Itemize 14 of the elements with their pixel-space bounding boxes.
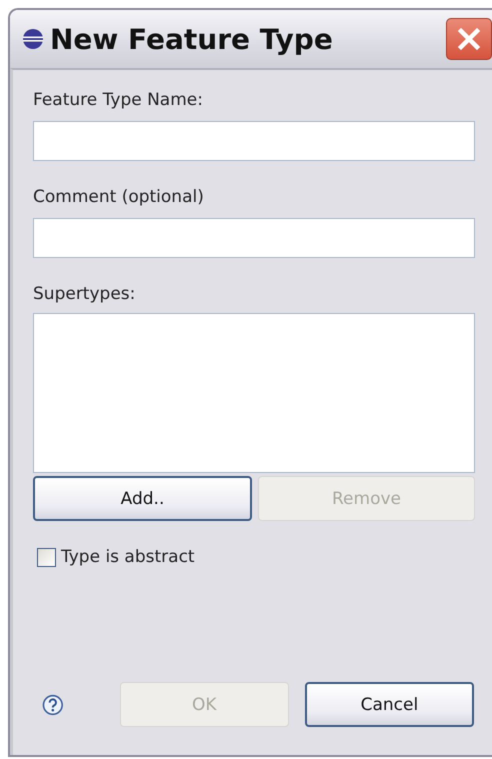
app-icon — [22, 28, 44, 50]
checkbox-label: Type is abstract — [61, 547, 195, 567]
close-button[interactable] — [446, 18, 492, 60]
window-title: New Feature Type — [50, 22, 334, 56]
checkbox[interactable] — [37, 548, 56, 566]
help-icon[interactable] — [42, 694, 64, 716]
dialog-button[interactable]: Add.. — [33, 476, 252, 521]
field-label: Comment (optional) — [33, 187, 205, 209]
list-label: Supertypes: — [33, 284, 136, 306]
close-icon — [456, 26, 482, 52]
dialog-button[interactable]: Cancel — [304, 682, 474, 727]
input-field[interactable] — [33, 121, 475, 161]
field-label: Feature Type Name: — [33, 90, 204, 112]
input-field[interactable] — [33, 218, 475, 258]
